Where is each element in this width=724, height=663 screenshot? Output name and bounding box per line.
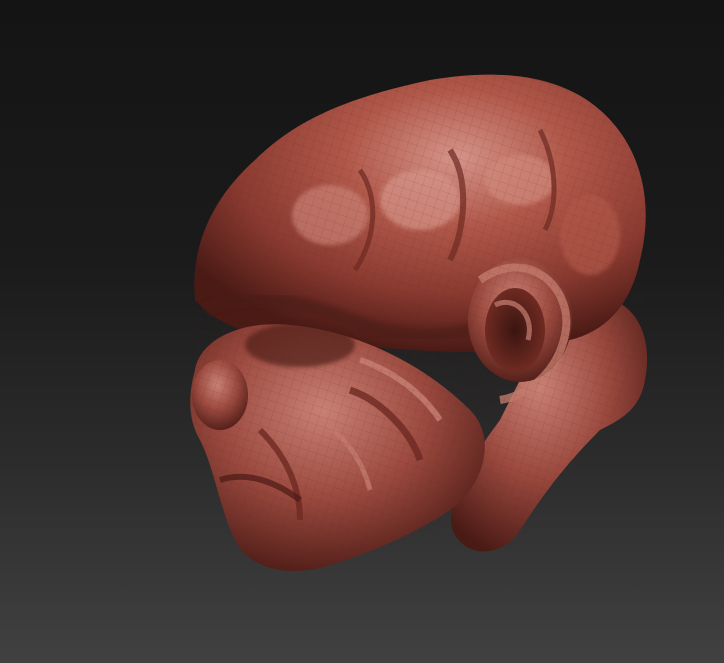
mesh-overlay [190,74,646,572]
3d-viewport[interactable] [0,0,724,663]
sculpted-head-model[interactable] [0,0,724,663]
